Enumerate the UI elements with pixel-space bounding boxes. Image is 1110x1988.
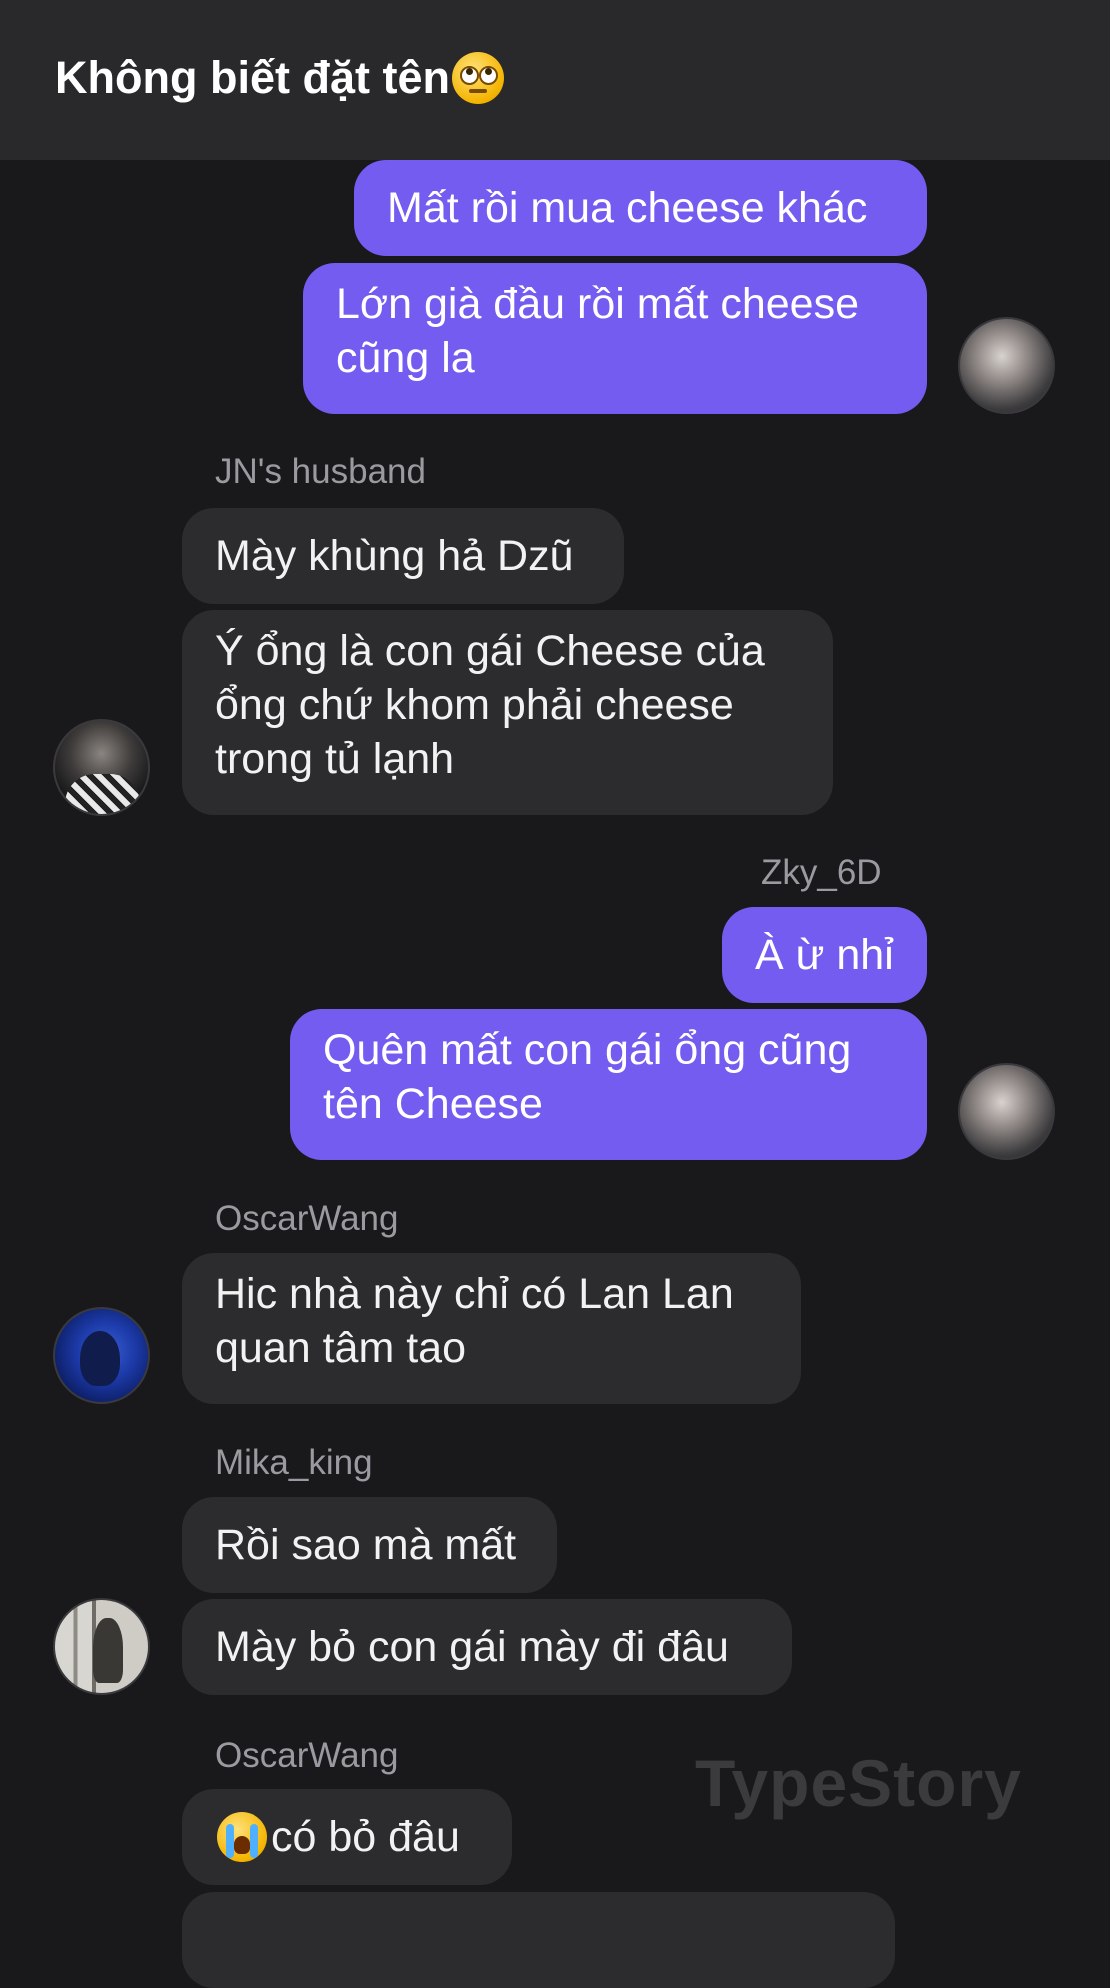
chat-header: Không biết đặt tên <box>0 0 1110 160</box>
message-bubble-outgoing[interactable]: Mất rồi mua cheese khác <box>354 160 927 256</box>
message-text: À ừ nhỉ <box>755 931 894 979</box>
message-text: Mày khùng hả Dzũ <box>215 532 574 580</box>
message-text: Hic nhà này chỉ có Lan Lan quan tâm tao <box>215 1270 734 1372</box>
sender-name: OscarWang <box>215 1199 399 1238</box>
message-bubble-incoming[interactable]: Rồi sao mà mất <box>182 1497 557 1593</box>
message-text: có bỏ đâu <box>271 1813 460 1861</box>
message-bubble-incoming[interactable]: có bỏ đâu <box>182 1789 512 1885</box>
sender-name: JN's husband <box>215 452 426 491</box>
avatar-jns-husband[interactable] <box>53 719 150 816</box>
message-text: Lớn già đầu rồi mất cheese cũng la <box>336 280 860 382</box>
avatar-oscarwang[interactable] <box>53 1307 150 1404</box>
message-text: Mất rồi mua cheese khác <box>387 184 868 232</box>
sender-name: OscarWang <box>215 1736 399 1775</box>
avatar-mika-king[interactable] <box>53 1598 150 1695</box>
message-bubble-incoming[interactable]: Hic nhà này chỉ có Lan Lan quan tâm tao <box>182 1253 801 1404</box>
avatar-zky-6d[interactable] <box>958 317 1055 414</box>
message-bubble-outgoing[interactable]: Quên mất con gái ổng cũng tên Cheese <box>290 1009 927 1160</box>
sender-name: Zky_6D <box>761 853 882 892</box>
message-bubble-outgoing[interactable]: Lớn già đầu rồi mất cheese cũng la <box>303 263 927 414</box>
rolling-eyes-emoji-icon <box>451 52 504 104</box>
message-bubble-incoming[interactable]: Mày bỏ con gái mày đi đâu <box>182 1599 792 1695</box>
message-bubble-incoming-partial[interactable] <box>182 1892 895 1988</box>
message-text: Quên mất con gái ổng cũng tên Cheese <box>323 1026 852 1128</box>
watermark-text: TypeStory <box>695 1746 1022 1820</box>
chat-title-text: Không biết đặt tên <box>55 52 450 103</box>
sender-name: Mika_king <box>215 1443 373 1482</box>
message-text: Mày bỏ con gái mày đi đâu <box>215 1623 729 1671</box>
message-bubble-outgoing[interactable]: À ừ nhỉ <box>722 907 927 1003</box>
message-bubble-incoming[interactable]: Mày khùng hả Dzũ <box>182 508 624 604</box>
message-text: Ý ổng là con gái Cheese của ổng chứ khom… <box>215 627 765 783</box>
crying-face-emoji-icon <box>217 1812 267 1862</box>
message-bubble-incoming[interactable]: Ý ổng là con gái Cheese của ổng chứ khom… <box>182 610 833 815</box>
chat-title[interactable]: Không biết đặt tên <box>55 52 504 104</box>
avatar-zky-6d[interactable] <box>958 1063 1055 1160</box>
message-text: Rồi sao mà mất <box>215 1521 517 1569</box>
